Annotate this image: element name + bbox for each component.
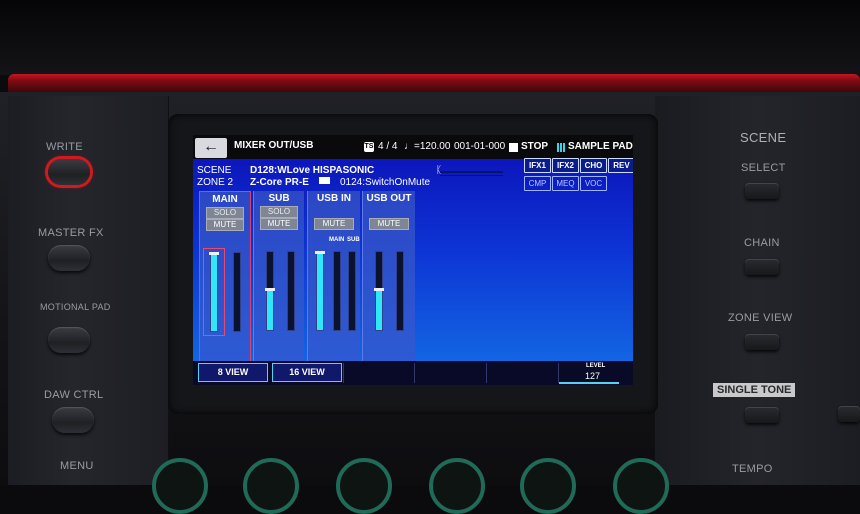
daw-ctrl-label: DAW CTRL bbox=[44, 389, 104, 401]
zone-label: ZONE 2 bbox=[197, 177, 234, 188]
channel-name: USB IN bbox=[317, 193, 351, 204]
fader-usb-out-level[interactable] bbox=[374, 251, 384, 331]
arrow-left-icon: ← bbox=[203, 138, 219, 155]
motional-pad-button[interactable] bbox=[48, 327, 90, 353]
fader-usb-in-level[interactable] bbox=[315, 251, 325, 331]
zone-view-button[interactable] bbox=[745, 334, 779, 350]
fader-cap bbox=[315, 251, 325, 254]
device-top bbox=[0, 0, 860, 75]
menu-label: MENU bbox=[60, 460, 94, 472]
sample-pad-icon bbox=[557, 143, 566, 152]
channel-sub[interactable]: SUB SOLO MUTE bbox=[253, 191, 304, 361]
chain-label: CHAIN bbox=[744, 237, 780, 249]
channel-main[interactable]: MAIN SOLO MUTE bbox=[199, 191, 251, 363]
meter-usb-out bbox=[396, 251, 404, 331]
knob-2[interactable] bbox=[243, 458, 299, 514]
chorus-button[interactable]: CHO bbox=[580, 158, 607, 173]
level-value[interactable]: 127 bbox=[585, 371, 600, 381]
back-button[interactable]: ← bbox=[195, 138, 227, 158]
fader-cap bbox=[374, 288, 384, 292]
master-fx-label: MASTER FX bbox=[38, 227, 104, 239]
tone-category-icon bbox=[319, 177, 330, 184]
knob-6[interactable] bbox=[613, 458, 669, 514]
edge-button[interactable] bbox=[838, 406, 860, 422]
zone-view-label: ZONE VIEW bbox=[728, 312, 793, 324]
knob-5[interactable] bbox=[520, 458, 576, 514]
fader-cap bbox=[209, 252, 219, 255]
tempo-readout: ♩=120.00 bbox=[404, 141, 451, 152]
knob-1[interactable] bbox=[152, 458, 208, 514]
channel-name: USB OUT bbox=[366, 193, 412, 204]
bar-divider bbox=[486, 363, 487, 383]
tempo-label: TEMPO bbox=[732, 463, 773, 475]
chain-button[interactable] bbox=[745, 259, 779, 275]
fader-sub-level[interactable] bbox=[265, 251, 275, 331]
fader-main-level[interactable] bbox=[209, 252, 219, 332]
16-view-button[interactable]: 16 VIEW bbox=[272, 363, 342, 382]
daw-ctrl-button[interactable] bbox=[52, 407, 94, 433]
ifx2-button[interactable]: IFX2 bbox=[552, 158, 579, 173]
vocoder-button[interactable]: VOC bbox=[580, 176, 607, 191]
transport-status: STOP bbox=[521, 141, 549, 152]
fader-fill bbox=[267, 289, 273, 330]
master-fx-button[interactable] bbox=[48, 245, 90, 271]
write-button[interactable] bbox=[48, 159, 90, 185]
sample-pad-label[interactable]: SAMPLE PAD bbox=[568, 141, 633, 152]
mute-button[interactable]: MUTE bbox=[260, 218, 298, 230]
tone-name[interactable]: 0124:SwitchOnMute bbox=[340, 177, 430, 188]
select-button[interactable] bbox=[745, 183, 779, 199]
bottom-function-bar: 8 VIEW 16 VIEW LEVEL 127 bbox=[193, 361, 633, 385]
mute-button[interactable]: MUTE bbox=[314, 218, 354, 230]
stop-icon bbox=[509, 143, 518, 152]
bar-divider bbox=[343, 363, 344, 383]
channel-usb-in[interactable]: USB IN MUTE MAIN SUB bbox=[307, 191, 360, 361]
time-signature-icon: TS bbox=[364, 142, 374, 152]
channel-name: SUB bbox=[268, 193, 290, 204]
solo-button[interactable]: SOLO bbox=[260, 206, 298, 218]
fader-cap bbox=[265, 288, 275, 292]
scene-name[interactable]: D128:WLove HISPASONIC bbox=[250, 165, 374, 176]
scene-label: SCENE bbox=[197, 165, 232, 176]
page-title: MIXER OUT/USB bbox=[234, 140, 314, 151]
channel-usb-out[interactable]: USB OUT MUTE bbox=[362, 191, 415, 361]
meter-sub bbox=[287, 251, 295, 331]
compressor-button[interactable]: CMP bbox=[524, 176, 551, 191]
fader-fill bbox=[211, 253, 217, 331]
single-tone-button[interactable] bbox=[745, 407, 779, 423]
meter-usb-in-sub bbox=[348, 251, 356, 331]
meter-main bbox=[233, 252, 241, 332]
meter-usb-in-main bbox=[333, 251, 341, 331]
usb-in-main-label: MAIN bbox=[329, 237, 345, 243]
write-label: WRITE bbox=[46, 141, 83, 153]
master-eq-button[interactable]: MEQ bbox=[552, 176, 579, 191]
usb-in-sub-label: SUB bbox=[347, 237, 360, 243]
motional-pad-label: MOTIONAL PAD bbox=[40, 302, 111, 312]
bar-divider bbox=[558, 363, 559, 383]
knob-4[interactable] bbox=[429, 458, 485, 514]
mute-button[interactable]: MUTE bbox=[369, 218, 409, 230]
level-meter-2 bbox=[440, 175, 503, 176]
fader-fill bbox=[376, 289, 382, 330]
single-tone-label: SINGLE TONE bbox=[713, 383, 796, 397]
fader-fill bbox=[317, 252, 323, 330]
screen-header: ← MIXER OUT/USB TS 4 / 4 ♩=120.00 001-01… bbox=[193, 135, 633, 159]
right-button-column bbox=[655, 96, 860, 485]
8-view-button[interactable]: 8 VIEW bbox=[198, 363, 268, 382]
level-meter bbox=[440, 171, 503, 173]
bar-divider bbox=[414, 363, 415, 383]
knob-3[interactable] bbox=[336, 458, 392, 514]
level-label: LEVEL bbox=[586, 363, 606, 369]
time-signature: 4 / 4 bbox=[378, 141, 398, 152]
select-label: SELECT bbox=[741, 162, 786, 174]
tone-bank[interactable]: Z-Core PR-E bbox=[250, 177, 309, 188]
solo-button[interactable]: SOLO bbox=[206, 207, 244, 219]
level-underline bbox=[559, 382, 619, 384]
scene-section-title: SCENE bbox=[740, 130, 787, 145]
mixer-screen: ← MIXER OUT/USB TS 4 / 4 ♩=120.00 001-01… bbox=[193, 135, 633, 385]
ifx1-button[interactable]: IFX1 bbox=[524, 158, 551, 173]
mute-button[interactable]: MUTE bbox=[206, 219, 244, 231]
reverb-button[interactable]: REV bbox=[608, 158, 633, 173]
song-position: 001-01-000 bbox=[454, 141, 506, 152]
channel-name: MAIN bbox=[212, 194, 238, 205]
